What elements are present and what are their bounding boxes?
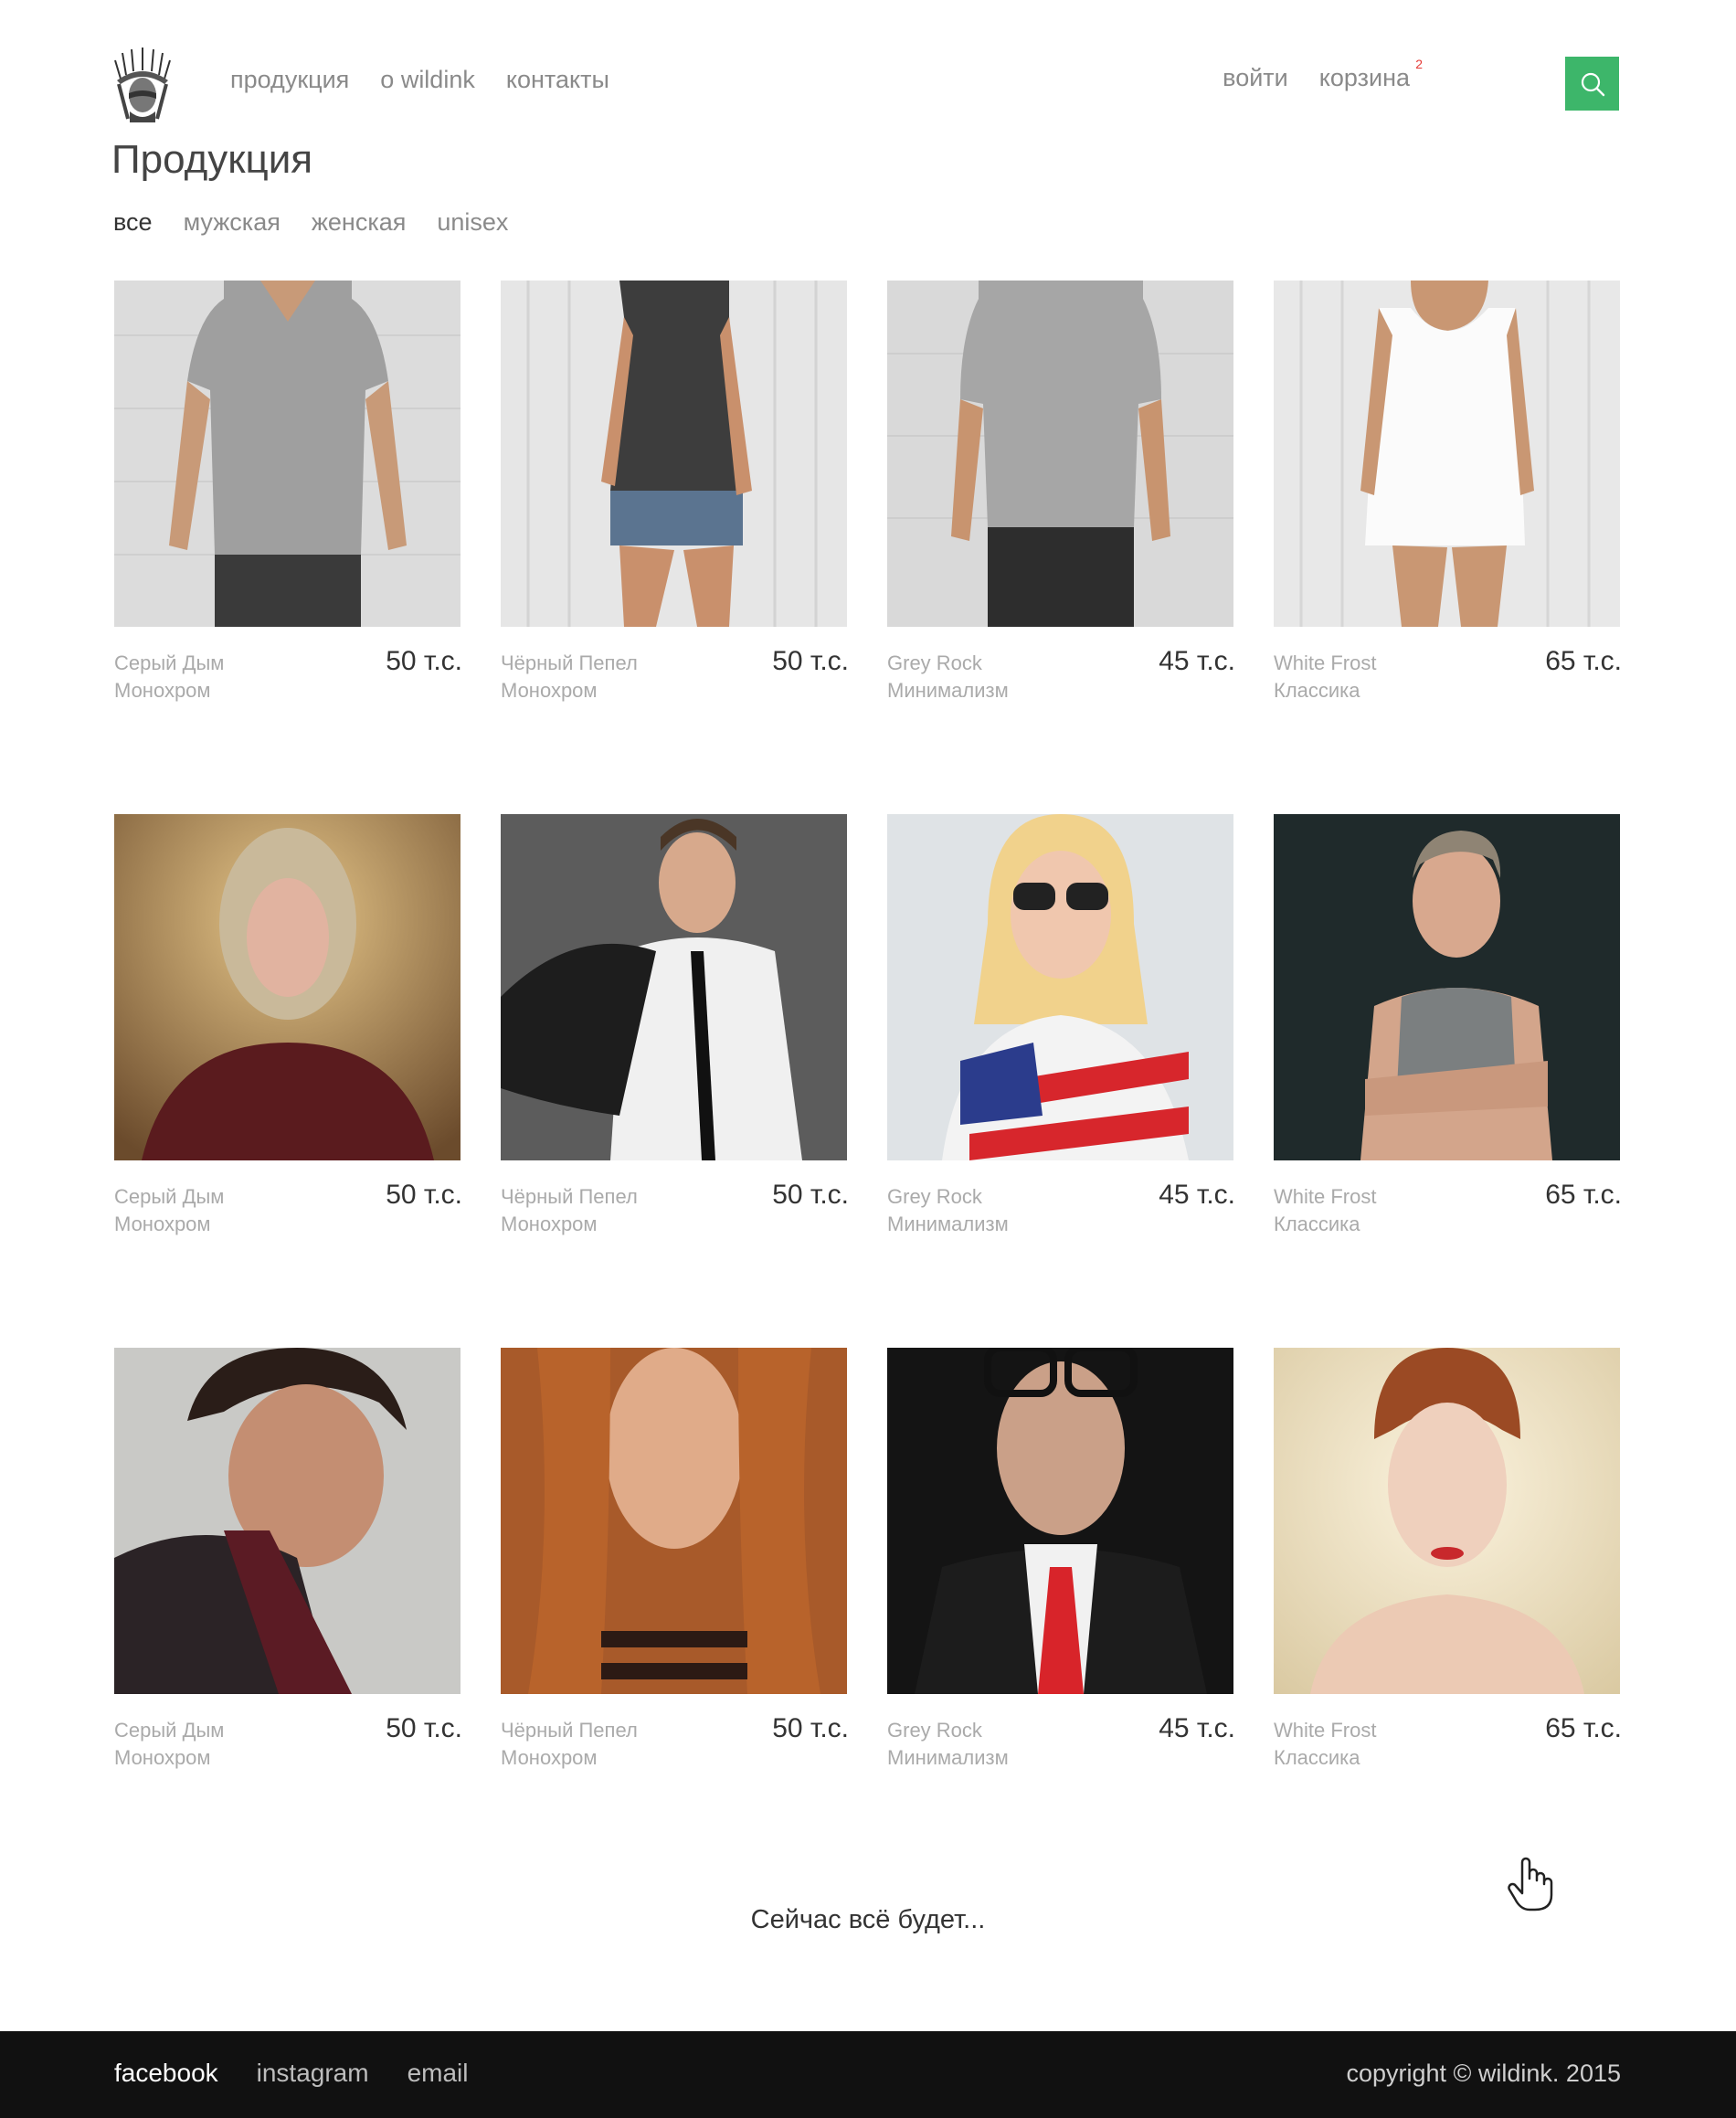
filter-women[interactable]: женская [312, 208, 407, 237]
nav-link-contacts[interactable]: контакты [506, 66, 609, 94]
product-photo[interactable] [114, 814, 460, 1160]
cart-label: корзина [1318, 64, 1410, 91]
footer-link-facebook[interactable]: facebook [114, 2059, 218, 2088]
login-link[interactable]: войти [1223, 64, 1288, 92]
product-name: White Frost Классика [1274, 651, 1377, 702]
product-name: Серый Дым Монохром [114, 1185, 225, 1235]
product-photo[interactable] [887, 814, 1233, 1160]
product-name: Чёрный Пепел Монохром [501, 1719, 638, 1769]
filter-all[interactable]: все [113, 208, 153, 237]
product-photo[interactable] [887, 1348, 1233, 1694]
footer-link-email[interactable]: email [408, 2059, 469, 2088]
site-header: продукция о wildink контакты войти корзи… [0, 0, 1736, 137]
cart-count-badge: 2 [1415, 57, 1423, 71]
product-photo[interactable] [887, 281, 1233, 627]
product-price: 50 т.с. [386, 1180, 462, 1210]
product-price: 45 т.с. [1159, 646, 1235, 676]
product-photo[interactable] [114, 281, 460, 627]
product-photo[interactable] [501, 814, 847, 1160]
product-card[interactable]: White Frost Классика 65 т.с. [1274, 281, 1622, 702]
product-price: 50 т.с. [386, 1713, 462, 1743]
product-card[interactable]: White Frost Классика 65 т.с. [1274, 814, 1622, 1235]
nav-link-products[interactable]: продукция [230, 66, 349, 94]
product-name: Серый Дым Монохром [114, 1719, 225, 1769]
product-card[interactable]: Серый Дым Монохром 50 т.с. [114, 814, 462, 1235]
product-card[interactable]: Чёрный Пепел Монохром 50 т.с. [501, 281, 849, 702]
footer-social-links: facebook instagram email [114, 2059, 469, 2088]
product-photo[interactable] [1274, 814, 1620, 1160]
product-price: 50 т.с. [772, 1180, 849, 1210]
category-filters: все мужская женская unisex [113, 208, 508, 237]
product-name: Чёрный Пепел Монохром [501, 1185, 638, 1235]
product-card[interactable]: Чёрный Пепел Монохром 50 т.с. [501, 814, 849, 1235]
product-price: 50 т.с. [386, 646, 462, 676]
product-card[interactable]: White Frost Классика 65 т.с. [1274, 1348, 1622, 1769]
search-button[interactable] [1565, 57, 1619, 111]
product-price: 65 т.с. [1545, 1713, 1622, 1743]
product-card[interactable]: Серый Дым Монохром 50 т.с. [114, 281, 462, 702]
product-name: Grey Rock Минимализм [887, 1185, 1009, 1235]
product-photo[interactable] [114, 1348, 460, 1694]
product-price: 50 т.с. [772, 1713, 849, 1743]
main-nav: продукция о wildink контакты [230, 66, 609, 94]
product-grid: Серый Дым Монохром 50 т.с. Чёрный Пепел Мо… [114, 281, 1622, 1769]
product-photo[interactable] [1274, 281, 1620, 627]
product-photo[interactable] [501, 281, 847, 627]
product-price: 50 т.с. [772, 646, 849, 676]
product-name: White Frost Классика [1274, 1185, 1377, 1235]
product-name: Grey Rock Минимализм [887, 651, 1009, 702]
product-photo[interactable] [501, 1348, 847, 1694]
product-card[interactable]: Чёрный Пепел Монохром 50 т.с. [501, 1348, 849, 1769]
product-name: White Frost Классика [1274, 1719, 1377, 1769]
product-price: 45 т.с. [1159, 1180, 1235, 1210]
page-title: Продукция [111, 137, 313, 182]
wildink-logo[interactable] [111, 48, 174, 122]
product-card[interactable]: Grey Rock Минимализм 45 т.с. [887, 1348, 1235, 1769]
copyright-text: copyright © wildink. 2015 [1346, 2060, 1621, 2087]
product-photo[interactable] [1274, 1348, 1620, 1694]
search-icon [1581, 72, 1604, 96]
product-card[interactable]: Grey Rock Минимализм 45 т.с. [887, 814, 1235, 1235]
product-price: 45 т.с. [1159, 1713, 1235, 1743]
filter-men[interactable]: мужская [184, 208, 281, 237]
user-nav: войти корзина 2 [1223, 57, 1423, 92]
indian-chief-logo-icon [114, 48, 171, 122]
footer-link-instagram[interactable]: instagram [257, 2059, 369, 2088]
loading-message: Сейчас всё будет... [750, 1905, 986, 1934]
filter-unisex[interactable]: unisex [437, 208, 508, 237]
product-name: Серый Дым Монохром [114, 651, 225, 702]
product-card[interactable]: Grey Rock Минимализм 45 т.с. [887, 281, 1235, 702]
product-card[interactable]: Серый Дым Монохром 50 т.с. [114, 1348, 462, 1769]
product-name: Grey Rock Минимализм [887, 1719, 1009, 1769]
product-price: 65 т.с. [1545, 1180, 1622, 1210]
site-footer: facebook instagram email copyright © wil… [0, 2031, 1736, 2118]
product-name: Чёрный Пепел Монохром [501, 651, 638, 702]
nav-link-about[interactable]: о wildink [380, 66, 475, 94]
product-price: 65 т.с. [1545, 646, 1622, 676]
cart-link[interactable]: корзина 2 [1318, 57, 1423, 92]
